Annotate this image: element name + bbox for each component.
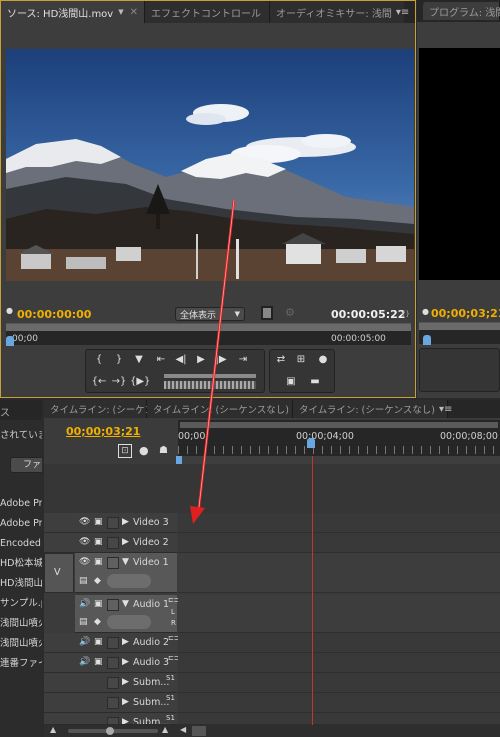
arrow-head-icon: [190, 506, 205, 524]
annotation-arrow: [190, 199, 236, 524]
